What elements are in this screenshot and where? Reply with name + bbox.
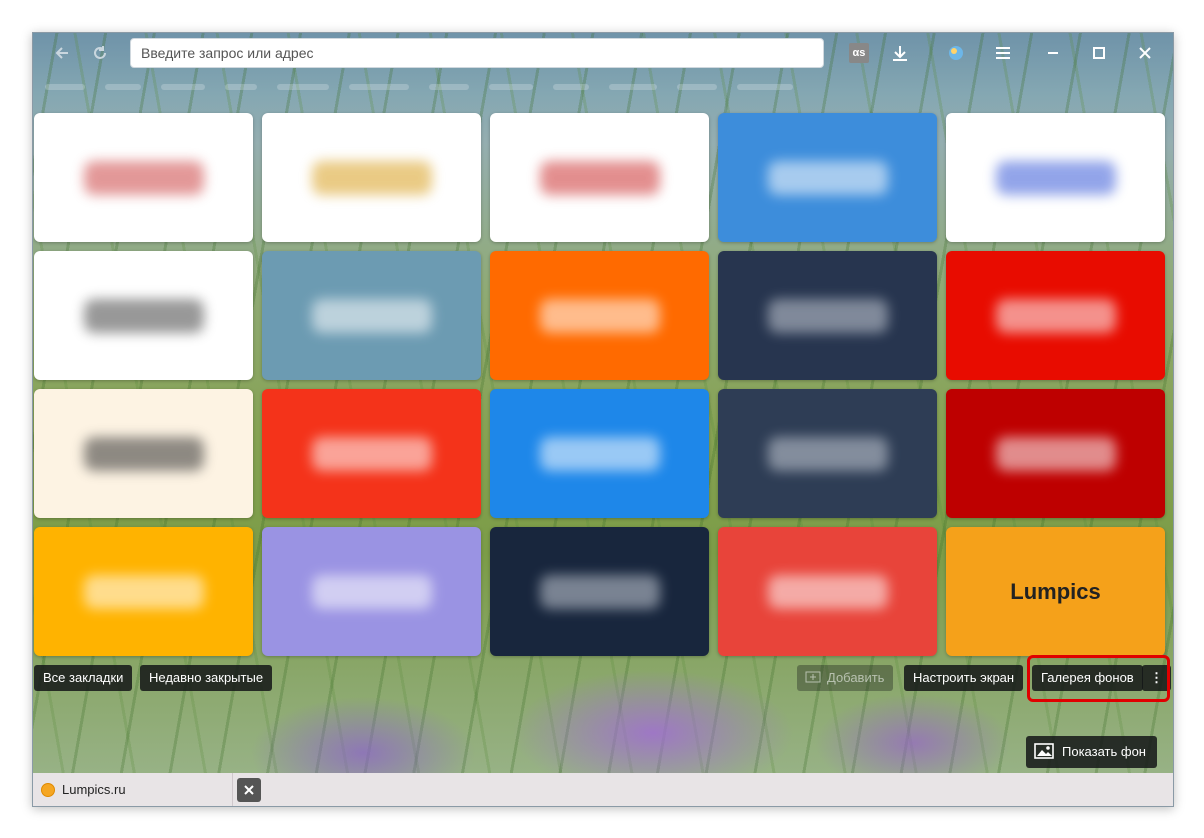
maximize-icon: [1093, 47, 1105, 59]
tile-blurred-logo: [311, 160, 432, 195]
menu-icon: [996, 47, 1010, 59]
image-icon: [1034, 743, 1054, 759]
address-bar[interactable]: [130, 38, 824, 68]
downloads-button[interactable]: [886, 39, 914, 67]
download-icon: [893, 46, 907, 61]
tile-blurred-logo: [539, 160, 660, 195]
tile-blurred-logo: [311, 436, 432, 471]
tile-blurred-logo: [83, 574, 204, 609]
tile-label: Lumpics: [1010, 578, 1101, 604]
reload-icon: [94, 46, 106, 59]
speed-dial-tile[interactable]: [718, 527, 937, 656]
tile-blurred-logo: [995, 298, 1116, 333]
close-tab-icon: [244, 784, 254, 795]
show-background-button[interactable]: Показать фон: [1026, 736, 1157, 768]
add-tile-button[interactable]: Добавить: [797, 665, 894, 691]
tile-blurred-logo: [83, 298, 204, 333]
speed-dial-tile[interactable]: [946, 389, 1165, 518]
menu-button[interactable]: [989, 39, 1017, 67]
reload-button[interactable]: [85, 38, 115, 68]
lumpics-favicon-icon: [41, 782, 55, 797]
speed-dial-tile[interactable]: [946, 113, 1165, 242]
weather-button[interactable]: [942, 39, 970, 67]
tile-blurred-logo: [767, 574, 888, 609]
speed-dial-tile[interactable]: [490, 113, 709, 242]
weather-icon: [949, 46, 963, 60]
speed-dial-tile[interactable]: [718, 251, 937, 380]
tile-blurred-logo: [539, 574, 660, 609]
speed-dial-tile[interactable]: [34, 251, 253, 380]
highlight-frame: [1027, 655, 1170, 702]
minimize-icon: [1048, 52, 1058, 54]
tab-bar: Lumpics.ru: [33, 773, 1173, 806]
tile-blurred-logo: [311, 574, 432, 609]
tile-blurred-logo: [539, 436, 660, 471]
speed-dial-tile[interactable]: [262, 389, 481, 518]
speed-dial-tile[interactable]: [946, 251, 1165, 380]
speed-dial-tile[interactable]: [490, 527, 709, 656]
customize-screen-button[interactable]: Настроить экран: [904, 665, 1024, 691]
close-window-button[interactable]: [1131, 39, 1159, 67]
minimize-button[interactable]: [1039, 39, 1067, 67]
tile-blurred-logo: [83, 436, 204, 471]
tile-blurred-logo: [767, 298, 888, 333]
tile-blurred-logo: [539, 298, 660, 333]
tile-blurred-logo: [767, 436, 888, 471]
maximize-button[interactable]: [1085, 39, 1113, 67]
back-arrow-icon: [55, 47, 68, 59]
tile-blurred-logo: [995, 160, 1116, 195]
speed-dial-tile[interactable]: [490, 251, 709, 380]
back-button[interactable]: [47, 38, 77, 68]
speed-dial-tile[interactable]: [262, 527, 481, 656]
close-icon: [1139, 47, 1151, 59]
recently-closed-button[interactable]: Недавно закрытые: [140, 665, 273, 691]
tile-blurred-logo: [995, 436, 1116, 471]
toolbar: αs: [33, 33, 1173, 75]
bookmarks-bar: [33, 75, 1173, 99]
tab-active[interactable]: Lumpics.ru: [33, 773, 233, 806]
speed-dial-tile[interactable]: [34, 389, 253, 518]
speed-dial-tile[interactable]: [718, 389, 937, 518]
speed-dial-tile[interactable]: [262, 113, 481, 242]
add-tile-label: Добавить: [827, 670, 885, 685]
speed-dial-tile[interactable]: [34, 113, 253, 242]
close-tab-button[interactable]: [237, 777, 261, 802]
lastfm-button[interactable]: αs: [845, 39, 873, 67]
speed-dial-tile[interactable]: [262, 251, 481, 380]
browser-window: αs Lumpics Все закладки Недавно закрытые…: [32, 32, 1174, 807]
add-icon: [805, 671, 821, 683]
tab-title: Lumpics.ru: [62, 782, 126, 797]
speed-dial-tile[interactable]: [34, 527, 253, 656]
tile-blurred-logo: [311, 298, 432, 333]
address-input[interactable]: [131, 39, 823, 67]
tile-blurred-logo: [767, 160, 888, 195]
speed-dial-tile[interactable]: [718, 113, 937, 242]
show-background-label: Показать фон: [1062, 744, 1146, 759]
tile-blurred-logo: [83, 160, 204, 195]
speed-dial-tile[interactable]: [490, 389, 709, 518]
lastfm-icon: αs: [849, 43, 869, 63]
speed-dial-tile[interactable]: Lumpics: [946, 527, 1165, 656]
all-bookmarks-button[interactable]: Все закладки: [34, 665, 133, 691]
